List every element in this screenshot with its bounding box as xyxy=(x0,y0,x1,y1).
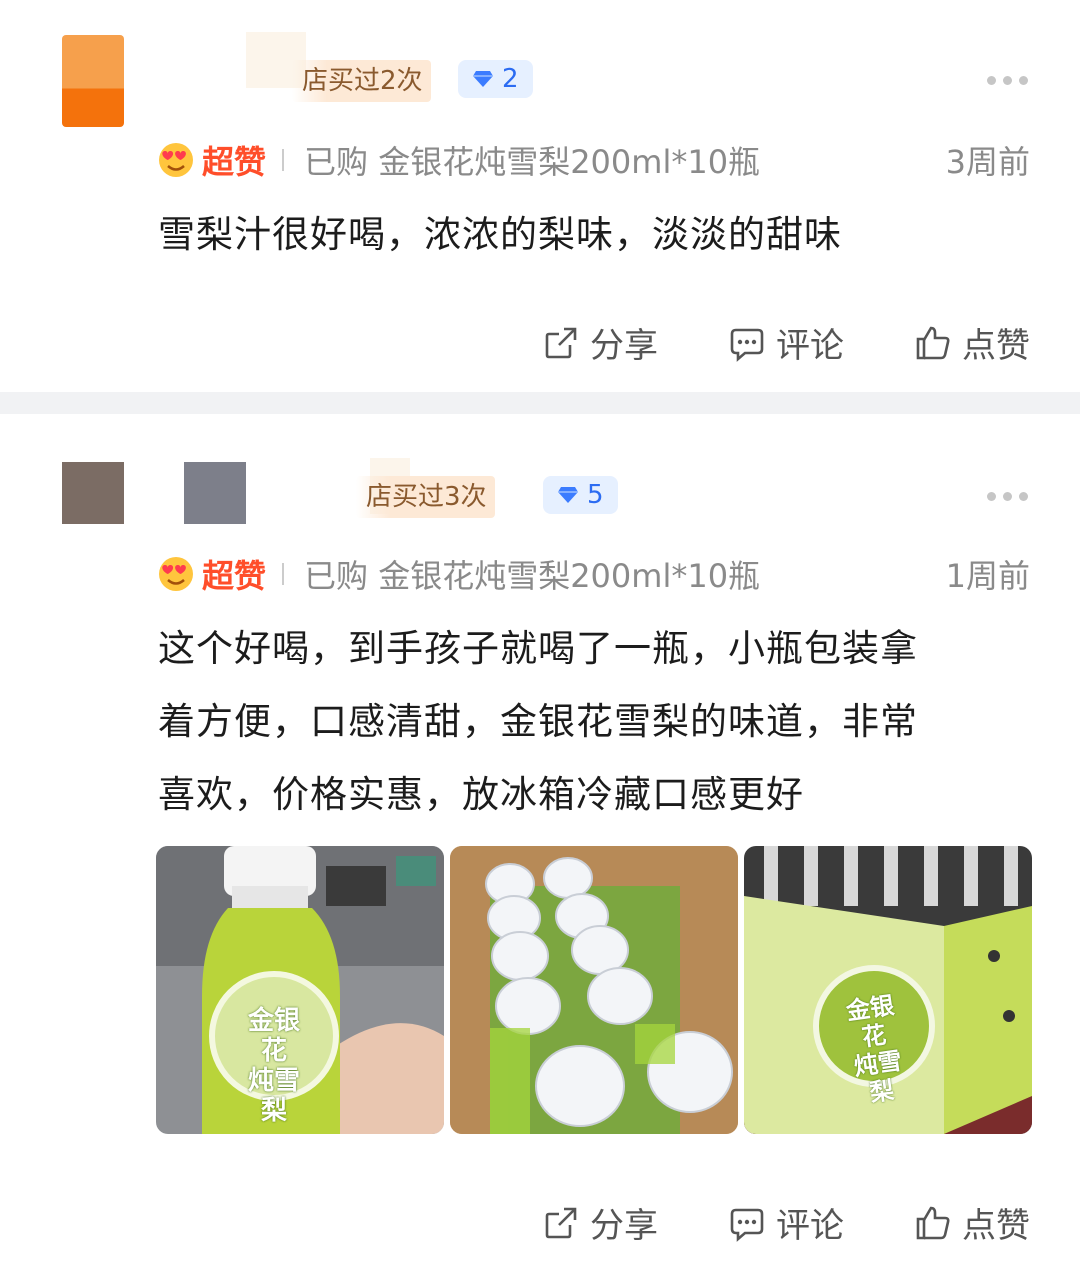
diamond-icon xyxy=(558,487,578,503)
action-bar: 分享 评论 点赞 xyxy=(542,1198,1030,1247)
more-icon[interactable] xyxy=(987,492,1028,501)
comment-icon xyxy=(730,328,764,362)
review-photos: 金银花 炖雪梨 金银花 炖雪梨 xyxy=(156,846,1032,1134)
review-card-2: 店买过3次 5 超赞 已购 金银花炖雪梨200ml*10瓶 1周前 这个好喝，到… xyxy=(0,414,1080,1265)
avatar[interactable] xyxy=(62,35,124,127)
share-button[interactable]: 分享 xyxy=(542,1198,658,1247)
diamond-icon xyxy=(473,71,493,87)
thumbs-up-icon xyxy=(916,326,950,359)
review-meta: 超赞 已购 金银花炖雪梨200ml*10瓶 3周前 xyxy=(158,138,1030,182)
repeat-buyer-tag: 店买过2次 xyxy=(292,60,431,102)
avatar[interactable] xyxy=(62,462,124,524)
heart-eyes-icon xyxy=(159,557,193,591)
thumbs-up-icon xyxy=(916,1206,950,1239)
repeat-buyer-tag: 店买过3次 xyxy=(356,476,495,518)
review-photo-3[interactable]: 金银花 炖雪梨 xyxy=(744,846,1032,1134)
level-badge: 2 xyxy=(458,60,533,98)
purchased-item: 已购 金银花炖雪梨200ml*10瓶 xyxy=(304,557,761,595)
bottle-label-text: 金银花 炖雪梨 xyxy=(247,1006,300,1126)
review-text: 这个好喝，到手孩子就喝了一瓶，小瓶包装拿 着方便，口感清甜，金银花雪梨的味道，非… xyxy=(158,612,1022,831)
section-divider xyxy=(0,392,1080,414)
like-label: 点赞 xyxy=(962,326,1030,366)
purchased-item: 已购 金银花炖雪梨200ml*10瓶 xyxy=(304,143,761,181)
action-bar: 分享 评论 点赞 xyxy=(542,318,1030,367)
review-text: 雪梨汁很好喝，浓浓的梨味，淡淡的甜味 xyxy=(158,213,842,256)
level-value: 5 xyxy=(587,480,604,510)
share-label: 分享 xyxy=(590,1206,658,1246)
review-meta: 超赞 已购 金银花炖雪梨200ml*10瓶 1周前 xyxy=(158,552,1030,596)
like-button[interactable]: 点赞 xyxy=(914,1198,1030,1247)
rating-label: 超赞 xyxy=(202,557,267,595)
comment-button[interactable]: 评论 xyxy=(728,318,844,367)
level-value: 2 xyxy=(502,64,519,94)
more-icon[interactable] xyxy=(987,76,1028,85)
review-photo-2[interactable] xyxy=(450,846,738,1134)
comment-icon xyxy=(730,1208,764,1242)
review-text-line: 着方便，口感清甜，金银花雪梨的味道，非常 xyxy=(158,700,918,743)
review-text-line: 喜欢，价格实惠，放冰箱冷藏口感更好 xyxy=(158,773,804,816)
heart-eyes-icon xyxy=(159,143,193,177)
username-blurred xyxy=(184,462,246,524)
review-card-1: 店买过2次 2 超赞 已购 金银花炖雪梨200ml*10瓶 3周前 雪梨汁很好喝… xyxy=(0,0,1080,392)
share-icon xyxy=(545,327,577,358)
review-time: 3周前 xyxy=(945,143,1030,181)
review-text-line: 这个好喝，到手孩子就喝了一瓶，小瓶包装拿 xyxy=(158,627,918,670)
comment-label: 评论 xyxy=(776,1206,844,1246)
review-time: 1周前 xyxy=(945,557,1030,595)
like-button[interactable]: 点赞 xyxy=(914,318,1030,367)
comment-label: 评论 xyxy=(776,326,844,366)
share-label: 分享 xyxy=(590,326,658,366)
review-photo-1[interactable]: 金银花 炖雪梨 xyxy=(156,846,444,1134)
like-label: 点赞 xyxy=(962,1206,1030,1246)
meta-divider xyxy=(282,563,285,585)
share-icon xyxy=(545,1207,577,1238)
rating-label: 超赞 xyxy=(202,143,267,181)
meta-divider xyxy=(282,149,285,171)
share-button[interactable]: 分享 xyxy=(542,318,658,367)
comment-button[interactable]: 评论 xyxy=(728,1198,844,1247)
level-badge: 5 xyxy=(543,476,618,514)
